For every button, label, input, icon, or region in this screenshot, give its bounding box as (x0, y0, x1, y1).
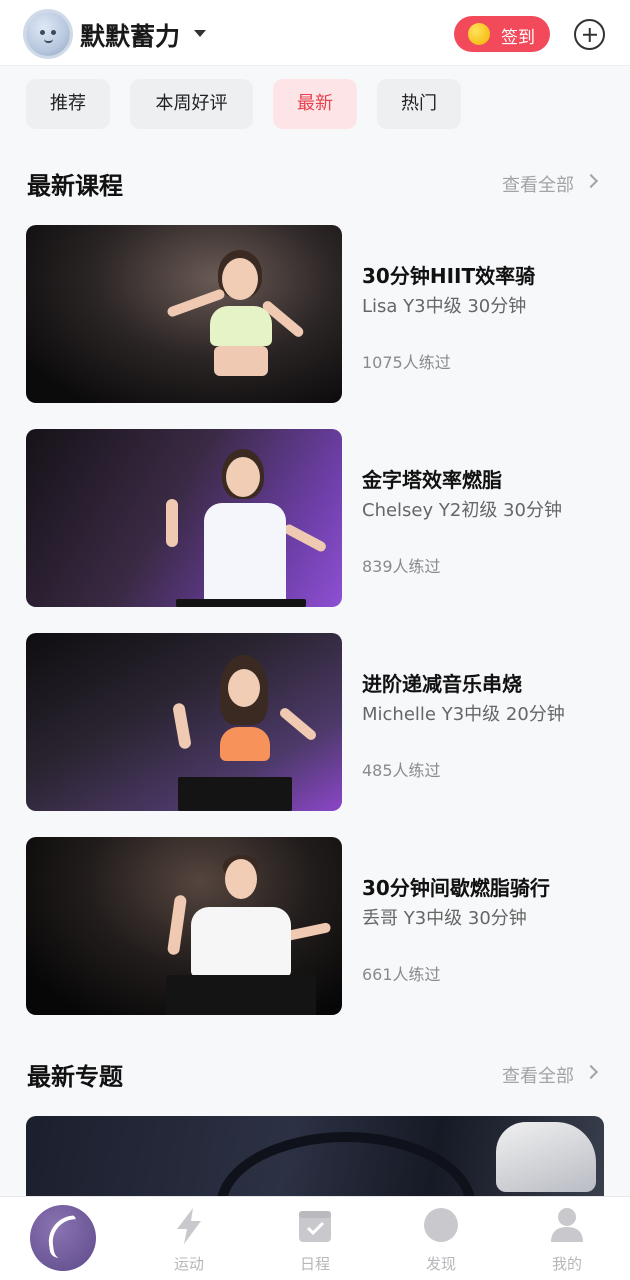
tab-weekly-top-rated[interactable]: 本周好评 (130, 79, 253, 129)
see-all-courses-link[interactable]: 查看全部 (502, 171, 574, 197)
avatar-eye (40, 30, 45, 35)
course-thumbnail[interactable] (26, 633, 342, 811)
face (226, 457, 260, 497)
bike-console (178, 777, 292, 811)
tab-popular[interactable]: 热门 (377, 79, 461, 129)
bike-console (176, 599, 306, 607)
arm (172, 702, 192, 750)
person-icon (551, 1208, 583, 1242)
username[interactable]: 默默蓄力 (80, 17, 180, 53)
course-participants: 839人练过 (362, 557, 441, 576)
calendar-check-icon (299, 1211, 331, 1242)
top-clothing (210, 306, 272, 346)
nav-item-profile[interactable]: 我的 (527, 1197, 607, 1280)
cycling-shoe-image (496, 1122, 596, 1192)
course-title[interactable]: 金字塔效率燃脂 (362, 464, 502, 493)
nav-item-schedule[interactable]: 日程 (275, 1197, 355, 1280)
add-circle-icon[interactable] (574, 19, 605, 50)
see-all-topics-link[interactable]: 查看全部 (502, 1062, 574, 1088)
arm (277, 706, 319, 742)
avatar-mouth (44, 39, 53, 43)
midriff (214, 346, 268, 376)
instructor-figure (166, 250, 306, 403)
course-participants: 1075人练过 (362, 353, 451, 372)
coin-icon (468, 23, 490, 45)
nav-item-workout[interactable]: 运动 (149, 1197, 229, 1280)
bike-console (166, 975, 316, 1015)
face (225, 859, 257, 899)
top-clothing (204, 503, 286, 605)
face (222, 258, 258, 300)
nav-label: 我的 (551, 1255, 582, 1273)
nav-label: 发现 (425, 1255, 456, 1273)
lightning-icon (177, 1208, 201, 1244)
course-title[interactable]: 30分钟间歇燃脂骑行 (362, 872, 550, 901)
course-title[interactable]: 进阶递减音乐串烧 (362, 668, 522, 697)
top-clothing (220, 727, 270, 761)
course-participants: 485人练过 (362, 761, 441, 780)
course-meta: 丢哥 Y3中级 30分钟 (362, 908, 527, 929)
bottom-navigation: 运动 日程 发现 我的 (0, 1196, 630, 1280)
arm (166, 499, 178, 547)
course-meta: Lisa Y3中级 30分钟 (362, 296, 527, 317)
course-thumbnail[interactable] (26, 225, 342, 403)
nav-label: 运动 (173, 1255, 204, 1273)
compass-icon (424, 1208, 458, 1242)
face (228, 669, 260, 707)
course-meta: Michelle Y3中级 20分钟 (362, 704, 565, 725)
chevron-right-icon[interactable] (583, 1064, 599, 1080)
course-thumbnail[interactable] (26, 429, 342, 607)
course-thumbnail[interactable] (26, 837, 342, 1015)
tab-latest[interactable]: 最新 (273, 79, 357, 129)
section-title-latest-courses: 最新课程 (27, 172, 123, 200)
signin-button[interactable]: 签到 (454, 16, 550, 52)
caret-down-icon[interactable] (194, 30, 206, 37)
top-clothing (191, 907, 291, 977)
course-meta: Chelsey Y2初级 30分钟 (362, 500, 562, 521)
user-avatar[interactable] (26, 12, 70, 56)
course-title[interactable]: 30分钟HIIT效率骑 (362, 260, 535, 289)
horse-logo (45, 1215, 81, 1259)
tab-recommended[interactable]: 推荐 (26, 79, 110, 129)
instructor-figure (166, 449, 328, 607)
nav-label: 日程 (299, 1255, 330, 1273)
signin-label: 签到 (501, 28, 535, 48)
course-participants: 661人练过 (362, 965, 441, 984)
section-title-latest-topics: 最新专题 (27, 1063, 123, 1091)
home-logo-icon[interactable] (30, 1205, 96, 1271)
nav-item-discover[interactable]: 发现 (401, 1197, 481, 1280)
avatar-eye (51, 30, 56, 35)
chevron-right-icon[interactable] (583, 173, 599, 189)
top-header: 默默蓄力 签到 (0, 0, 630, 66)
